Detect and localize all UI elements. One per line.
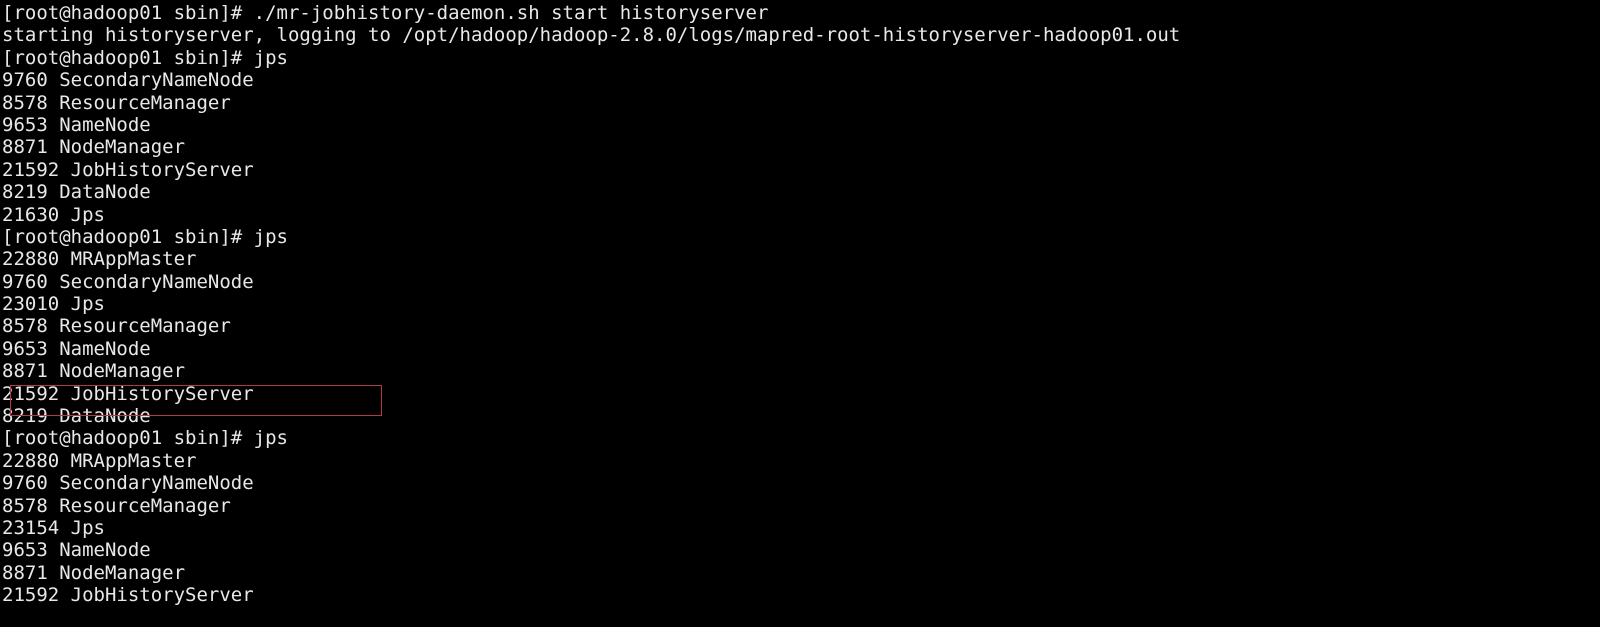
terminal-line: 8578 ResourceManager [2, 494, 231, 517]
terminal-line: 21592 JobHistoryServer [2, 584, 254, 607]
terminal-line: 8578 ResourceManager [2, 91, 231, 114]
terminal-line: 9760 SecondaryNameNode [2, 69, 254, 92]
terminal-line: 21630 Jps [2, 203, 105, 226]
terminal-line: 8219 DataNode [2, 405, 151, 428]
terminal-line: 22880 MRAppMaster [2, 449, 197, 472]
terminal-line: 8871 NodeManager [2, 136, 186, 159]
terminal-line: [root@hadoop01 sbin]# ./mr-jobhistory-da… [2, 2, 769, 24]
terminal-line: 9760 SecondaryNameNode [2, 270, 254, 293]
terminal-line: 9653 NameNode [2, 113, 151, 136]
terminal-line: 8871 NodeManager [2, 561, 186, 584]
terminal-line: 21592 JobHistoryServer [2, 158, 254, 181]
terminal-window[interactable]: [root@hadoop01 sbin]# ./mr-jobhistory-da… [0, 0, 1600, 627]
terminal-line: 9653 NameNode [2, 539, 151, 562]
terminal-line: 9760 SecondaryNameNode [2, 472, 254, 495]
terminal-line: 23010 Jps [2, 293, 105, 316]
terminal-line: 8219 DataNode [2, 181, 151, 204]
terminal-line: 8578 ResourceManager [2, 315, 231, 338]
terminal-line: [root@hadoop01 sbin]# jps [2, 46, 288, 69]
terminal-line: [root@hadoop01 sbin]# jps [2, 225, 288, 248]
terminal-line: 8871 NodeManager [2, 360, 186, 383]
terminal-line: 9653 NameNode [2, 337, 151, 360]
terminal-line: 22880 MRAppMaster [2, 248, 197, 271]
terminal-line: 21592 JobHistoryServer [2, 382, 254, 405]
terminal-line: 23154 Jps [2, 516, 105, 539]
terminal-output: [root@hadoop01 sbin]# ./mr-jobhistory-da… [2, 2, 1600, 607]
terminal-line: starting historyserver, logging to /opt/… [2, 24, 1181, 47]
terminal-line: [root@hadoop01 sbin]# jps [2, 427, 288, 450]
